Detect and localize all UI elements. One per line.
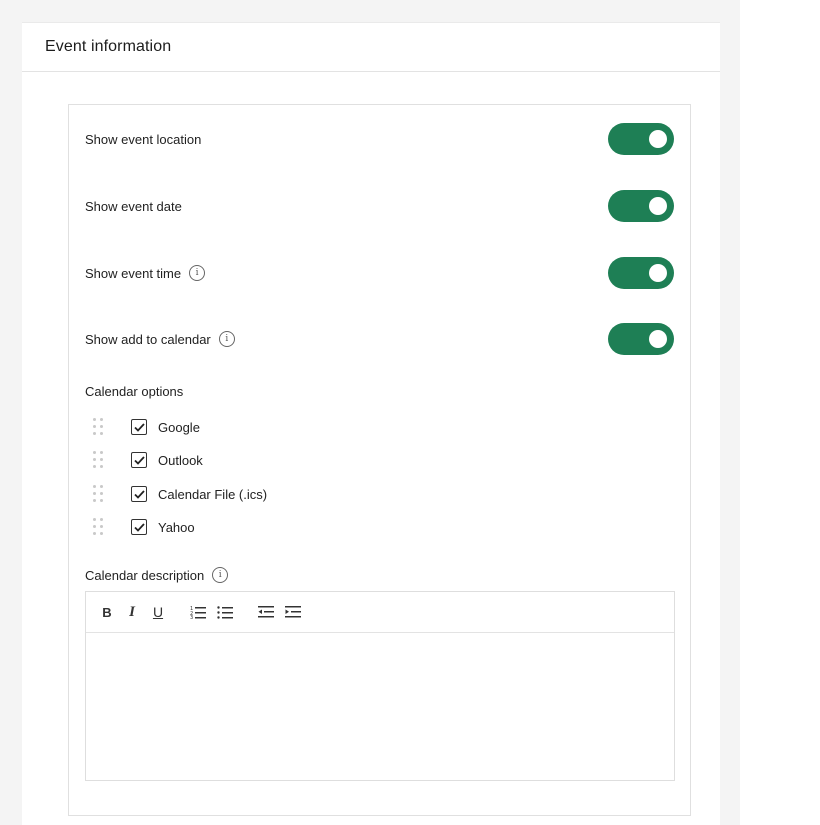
calendar-option-yahoo: Yahoo [93,516,195,538]
info-icon[interactable]: i [218,331,235,347]
calendar-options-label: Calendar options [85,384,184,399]
drag-handle-icon[interactable] [93,517,105,537]
option-label: Calendar File (.ics) [158,486,268,502]
bullet-list-icon [217,606,233,619]
setting-label: Show event location [85,131,202,147]
setting-row-time: Show event time i [85,257,674,289]
indent-button[interactable] [285,602,301,622]
outdent-icon [258,606,274,618]
toggle-knob [649,330,667,348]
info-icon[interactable]: i [189,265,206,281]
option-label: Outlook [158,452,203,468]
panel-title: Event information [45,38,172,55]
setting-label: Show event date [85,198,182,214]
drag-handle-icon[interactable] [93,484,105,504]
show-add-to-calendar-toggle[interactable] [608,323,674,355]
calendar-option-ics: Calendar File (.ics) [93,483,267,505]
drag-handle-icon[interactable] [93,417,105,437]
calendar-description-label: Calendar description [85,567,205,583]
toggle-knob [649,197,667,215]
show-date-toggle[interactable] [608,190,674,222]
check-icon [133,522,145,532]
option-label: Google [158,419,200,435]
info-icon[interactable]: i [212,567,229,583]
toggle-knob [649,264,667,282]
check-icon [133,422,145,432]
ics-checkbox[interactable] [131,486,147,502]
svg-text:3: 3 [190,615,193,619]
underline-button[interactable]: U [151,602,165,622]
panel-header: Event information [22,22,720,72]
yahoo-checkbox[interactable] [131,519,147,535]
toggle-knob [649,130,667,148]
calendar-option-outlook: Outlook [93,449,203,471]
event-information-panel: Event information Show event location Sh… [22,22,720,825]
calendar-description-label-wrap: Calendar description i [85,567,229,583]
setting-row-calendar: Show add to calendar i [85,323,674,355]
setting-label: Show event time [85,265,182,281]
show-time-toggle[interactable] [608,257,674,289]
editor-toolbar: B I U 1 2 3 [86,592,674,633]
italic-button[interactable]: I [125,602,139,622]
outdent-button[interactable] [258,602,274,622]
indent-icon [285,606,301,618]
setting-row-location: Show event location [85,123,674,155]
bold-button[interactable]: B [100,602,114,622]
option-label: Yahoo [158,519,195,535]
event-settings-card: Show event location Show event date Show… [68,104,691,816]
drag-handle-icon[interactable] [93,450,105,470]
ordered-list-icon: 1 2 3 [190,606,206,619]
calendar-option-google: Google [93,416,200,438]
google-checkbox[interactable] [131,419,147,435]
outlook-checkbox[interactable] [131,452,147,468]
show-location-toggle[interactable] [608,123,674,155]
setting-row-date: Show event date [85,190,674,222]
check-icon [133,455,145,465]
ordered-list-button[interactable]: 1 2 3 [190,602,206,622]
bullet-list-button[interactable] [217,602,233,622]
calendar-description-editor: B I U 1 2 3 [85,591,675,781]
setting-label: Show add to calendar [85,331,211,347]
check-icon [133,489,145,499]
description-textarea[interactable] [86,633,674,780]
